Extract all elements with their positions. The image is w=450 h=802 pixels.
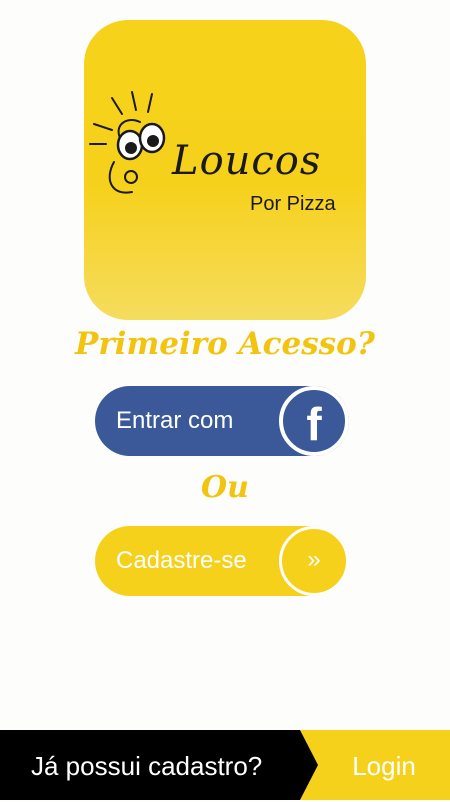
facebook-login-label: Entrar com (116, 407, 234, 434)
register-label: Cadastre-se (116, 547, 247, 574)
bottom-login-bar: Já possui cadastro? Login (0, 730, 450, 800)
login-label: Login (352, 751, 416, 781)
double-chevron-right-icon: » (279, 526, 349, 596)
first-access-heading: Primeiro Acesso? (75, 326, 375, 362)
register-button[interactable]: Cadastre-se » (95, 526, 349, 596)
already-registered-text: Já possui cadastro? (31, 751, 263, 781)
logo-subtitle: Por Pizza (250, 193, 336, 215)
app-logo: Loucos Por Pizza (84, 20, 366, 320)
logo-title: Loucos (172, 138, 322, 184)
or-separator: Ou (201, 470, 249, 505)
facebook-login-button[interactable]: Entrar com f (95, 386, 349, 456)
login-button[interactable]: Login (300, 730, 450, 800)
facebook-icon: f (279, 386, 349, 456)
